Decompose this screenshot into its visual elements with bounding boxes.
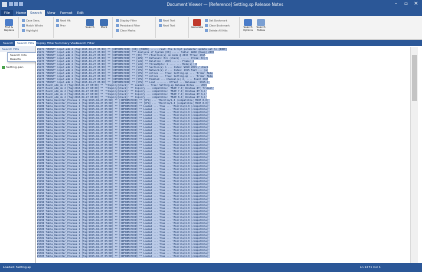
redo-icon[interactable]: [19, 2, 23, 6]
find-replace-button[interactable]: Find & Replace: [3, 19, 15, 37]
eraser-icon: [116, 29, 119, 32]
prev-hit-button[interactable]: Prev: [56, 24, 66, 28]
results-dropdown[interactable]: Search hits Results: [7, 52, 38, 62]
checkbox-icon: [22, 24, 25, 27]
match-whole-toggle[interactable]: Match Whole: [22, 24, 43, 28]
dropdown-option[interactable]: Results: [10, 57, 37, 61]
status-right: Ln 1271 Col 1: [360, 265, 381, 269]
status-bar: Loaded: Setting.sp Ln 1271 Col 1: [0, 263, 422, 272]
text-icon: [159, 24, 162, 27]
generate-button[interactable]: Generate: [191, 19, 203, 37]
quick-access-toolbar: [9, 2, 25, 7]
ribbon-group-find: Find & Replace: [0, 17, 19, 38]
binoculars-icon: [86, 19, 94, 26]
save-icon[interactable]: [9, 2, 13, 6]
status-left: Loaded: Setting.sp: [3, 265, 32, 269]
arrow-up-icon: [56, 24, 59, 27]
app-logo-icon: [2, 2, 7, 7]
ribbon-group-tools: Generate Set Bookmark Clear Bookmark Del…: [189, 17, 240, 38]
app-window: Document Viewer — [Reference] Setting.sp…: [0, 0, 422, 272]
doc-tab-search-filter[interactable]: Search Filter: [74, 41, 97, 46]
list-item[interactable]: Setting.pan: [2, 64, 23, 70]
table-icon: [257, 19, 265, 26]
set-bookmark-button[interactable]: Set Bookmark: [205, 19, 227, 23]
ribbon-toolbar: Find & Replace Case Sens. Match Whole Hi…: [0, 16, 422, 40]
delete-hits-button[interactable]: Delete All Hits: [205, 29, 227, 33]
ribbon-group-navigate: Next Hit Prev Search Mark: [54, 17, 113, 38]
search-hits-panel: Search Hits Setting.pan: [0, 46, 36, 263]
delete-icon: [205, 29, 208, 32]
bookmark-icon: [205, 24, 208, 27]
settings-icon: [244, 19, 252, 26]
next-text-button-2[interactable]: Next Text: [159, 24, 175, 28]
next-text-button[interactable]: Next Text: [159, 19, 175, 23]
title-bar: Document Viewer — [Reference] Setting.sp…: [0, 0, 422, 9]
vertical-scrollbar[interactable]: [410, 47, 418, 263]
highlight-toggle[interactable]: Highlight: [22, 29, 38, 33]
ribbon-group-options: Case Sens. Match Whole Highlight: [19, 17, 54, 38]
ribbon-group-text: Next Text Next Text: [156, 17, 189, 38]
gear-icon: [193, 19, 201, 26]
bookmark-icon: [100, 19, 108, 26]
bookmark-icon: [205, 19, 208, 22]
arrow-down-icon: [56, 19, 59, 22]
ribbon-tab-bar: File Home Search View Format Edit: [0, 9, 422, 16]
text-icon: [159, 19, 162, 22]
mark-button[interactable]: Mark: [98, 19, 110, 37]
document-tab-bar: Search Search Hits Display Filter Summar…: [0, 40, 422, 46]
minimize-button[interactable]: –: [391, 1, 401, 8]
search-tables-button[interactable]: Search Tables: [255, 19, 267, 37]
maximize-button[interactable]: ▫: [401, 1, 411, 8]
search-button[interactable]: Search: [84, 19, 96, 37]
file-icon: [2, 65, 5, 69]
filter-icon: [116, 24, 119, 27]
log-line[interactable]: #1305 Table_Recorder_Process 2 [Tag:2015…: [37, 255, 210, 258]
persistent-filter-button[interactable]: Persistent Filter: [116, 24, 140, 28]
scrollbar-thumb[interactable]: [412, 55, 417, 101]
log-text-view[interactable]: #1271 *PRINT* input.sdm 2 [Tag:2015-04-2…: [36, 47, 409, 263]
search-options-button[interactable]: Search Options: [242, 19, 254, 37]
close-button[interactable]: ✕: [411, 1, 421, 8]
next-hit-button[interactable]: Next Hit: [56, 19, 71, 23]
clear-bookmark-button[interactable]: Clear Bookmark: [205, 24, 230, 28]
display-filter-button[interactable]: Display Filter: [116, 19, 137, 23]
window-title: Document Viewer — [Reference] Setting.sp…: [166, 2, 284, 7]
clear-marks-button[interactable]: Clear Marks: [116, 29, 135, 33]
case-sensitive-toggle[interactable]: Case Sens.: [22, 19, 40, 23]
filter-icon: [116, 19, 119, 22]
checkbox-icon: [22, 29, 25, 32]
undo-icon[interactable]: [14, 2, 18, 6]
ribbon-group-filter: Display Filter Persistent Filter Clear M…: [113, 17, 156, 38]
log-line-text: #1305 Table_Recorder_Process 2 [Tag:2015…: [37, 255, 210, 258]
ribbon-group-settings: Search Options Search Tables: [240, 17, 270, 38]
find-icon: [5, 19, 13, 26]
checkbox-icon: [22, 19, 25, 22]
